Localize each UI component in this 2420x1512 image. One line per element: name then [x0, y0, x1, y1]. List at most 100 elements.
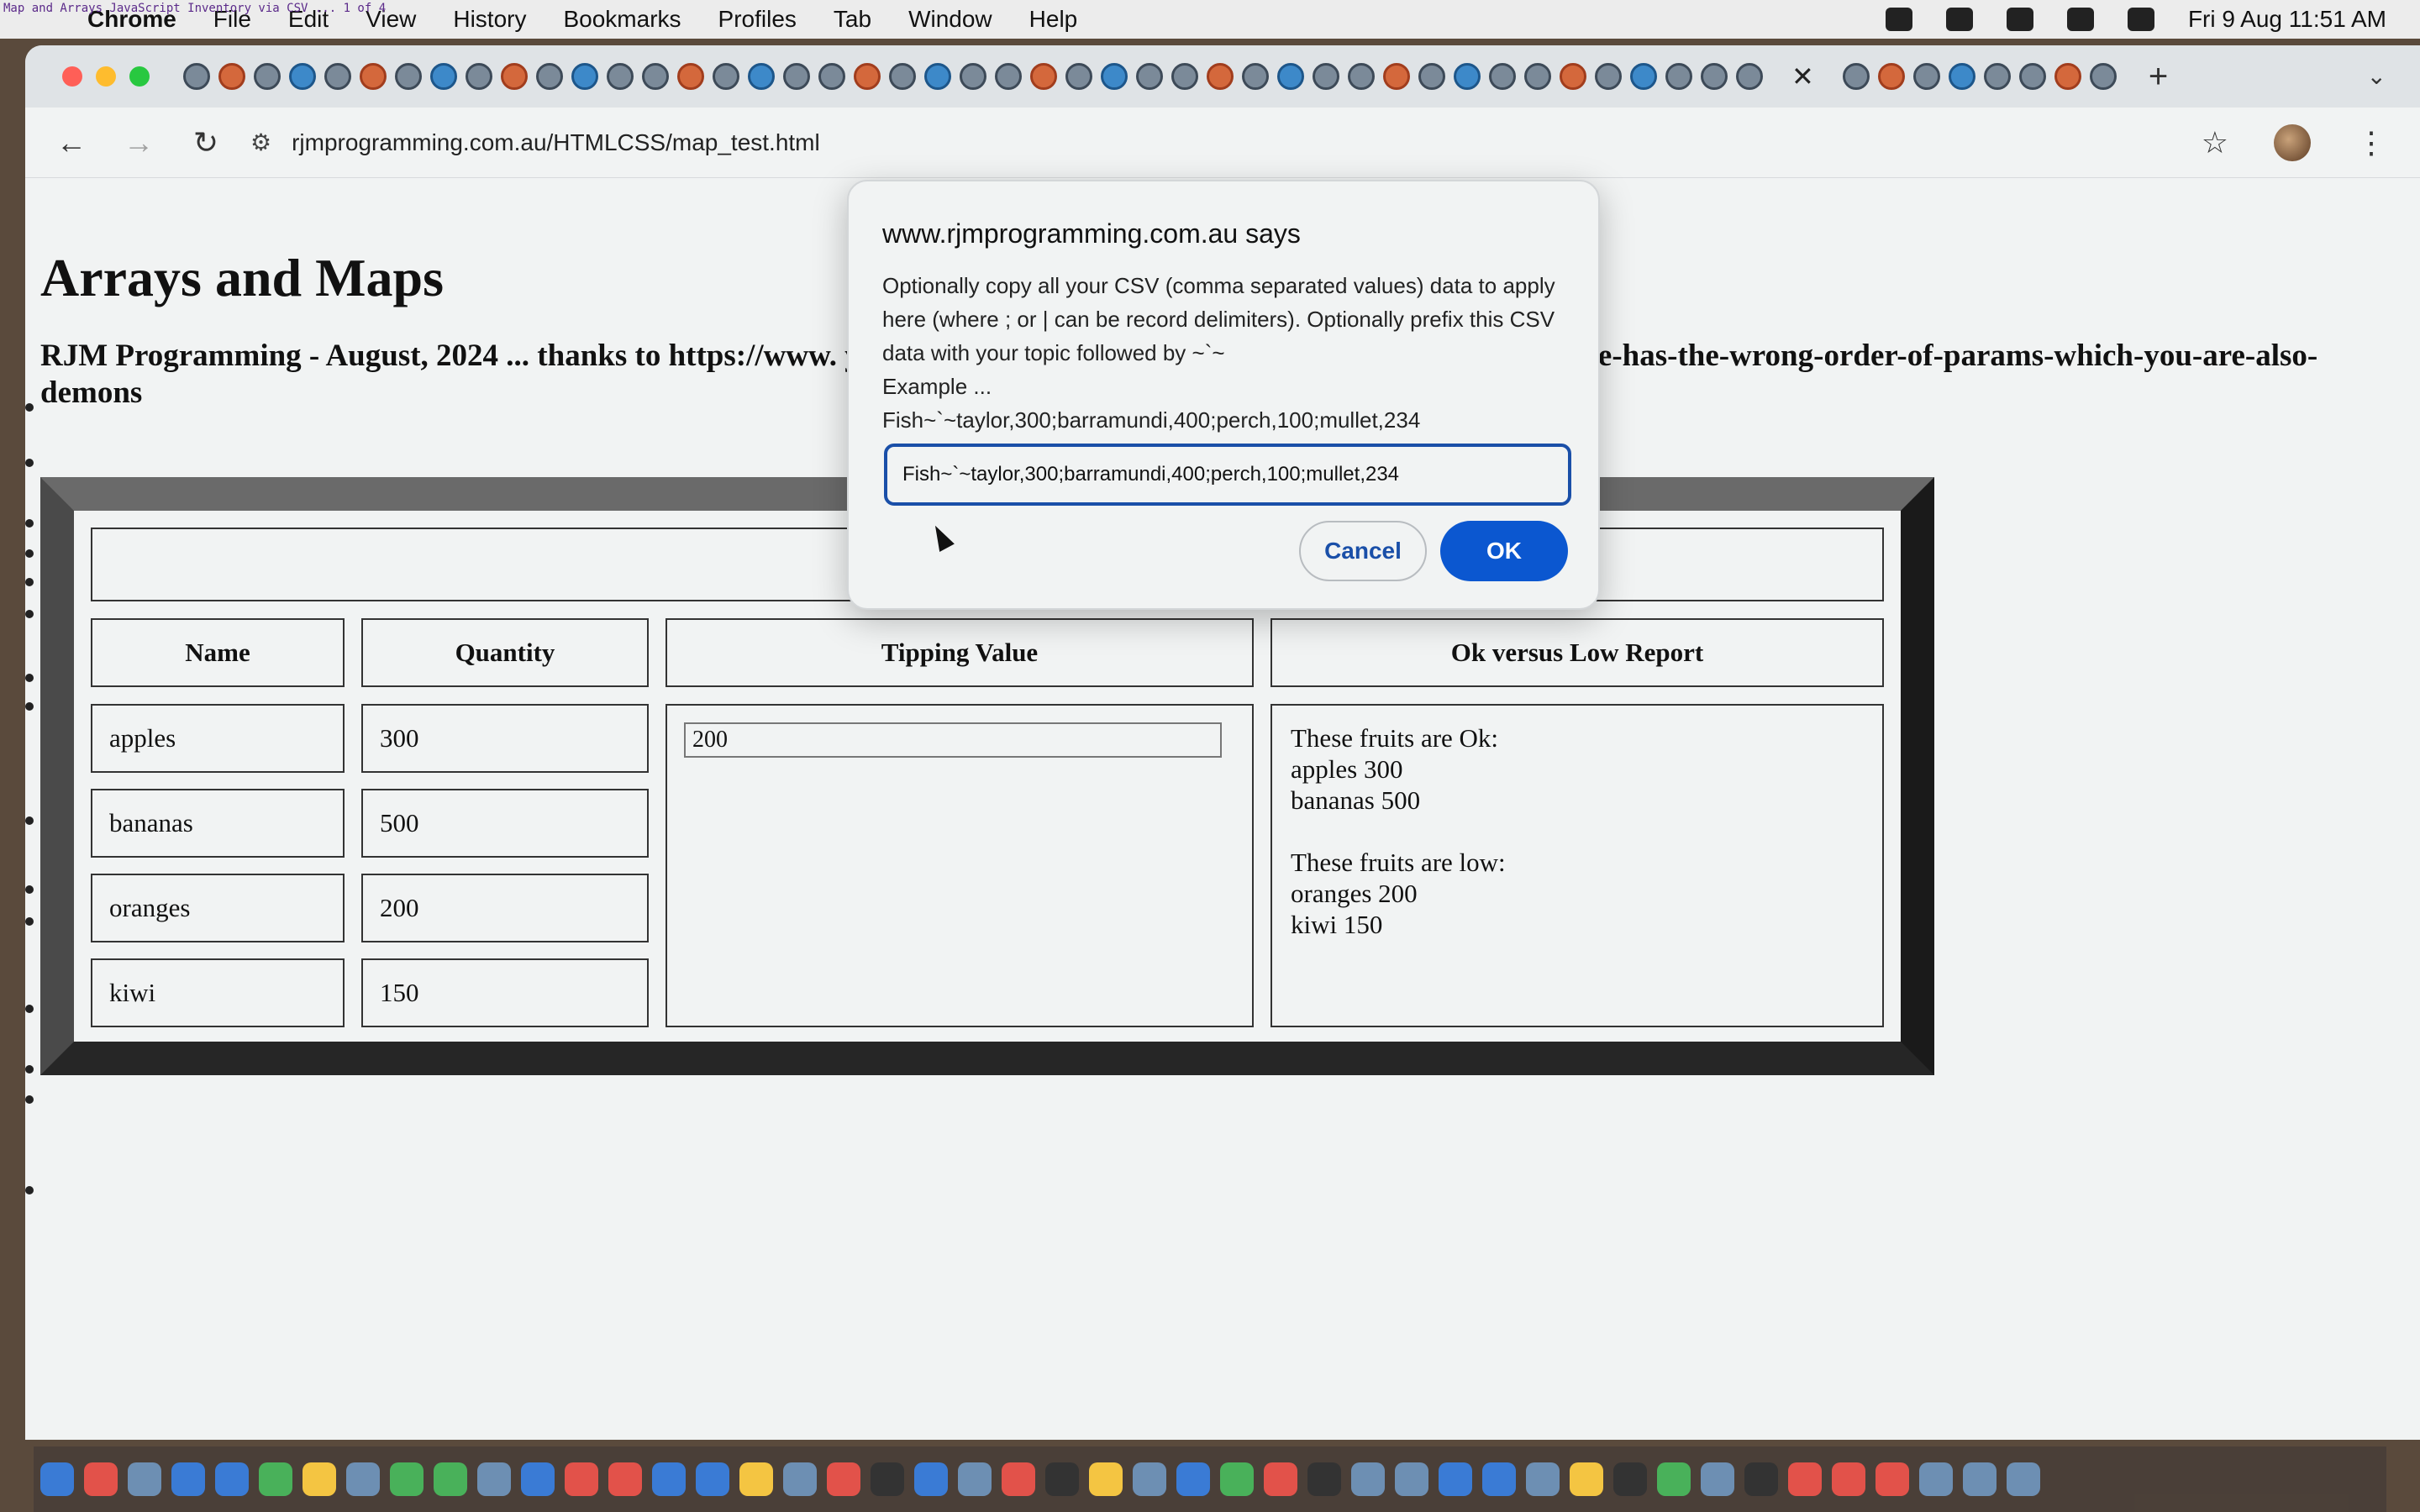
tab-favicon-icon[interactable]: [960, 63, 986, 90]
news-icon[interactable]: [608, 1462, 642, 1496]
utility-icon[interactable]: [783, 1462, 817, 1496]
spotlight-icon[interactable]: [1439, 1462, 1472, 1496]
tab-favicon-icon[interactable]: [677, 63, 704, 90]
acrobat-icon[interactable]: [1832, 1462, 1865, 1496]
archive-icon[interactable]: [1089, 1462, 1123, 1496]
tab-favicon-icon[interactable]: [1171, 63, 1198, 90]
numbers-icon[interactable]: [390, 1462, 424, 1496]
mail-icon[interactable]: [215, 1462, 249, 1496]
tab-favicon-icon[interactable]: [2018, 63, 2046, 90]
screen-record-icon[interactable]: [1885, 8, 1912, 31]
tab-favicon-icon[interactable]: [2089, 63, 2117, 90]
launchpad-icon[interactable]: [128, 1462, 161, 1496]
address-bar[interactable]: ⚙ rjmprogramming.com.au/HTMLCSS/map_test…: [250, 118, 2202, 168]
document-icon[interactable]: [1395, 1462, 1428, 1496]
inkscape-icon[interactable]: [1744, 1462, 1778, 1496]
downloads-stack-icon[interactable]: [1963, 1462, 1996, 1496]
control-center-icon[interactable]: [2127, 8, 2154, 31]
tab-favicon-icon[interactable]: [854, 63, 881, 90]
messages-icon[interactable]: [259, 1462, 292, 1496]
tab-favicon-icon[interactable]: [1136, 63, 1163, 90]
xcode-icon[interactable]: [696, 1462, 729, 1496]
kebab-menu-icon[interactable]: ⋮: [2356, 125, 2386, 160]
console-icon[interactable]: [1613, 1462, 1647, 1496]
tab-favicon-icon[interactable]: [1030, 63, 1057, 90]
menu-profiles[interactable]: Profiles: [718, 6, 797, 33]
spotlight-search-icon[interactable]: [2066, 8, 2094, 31]
tab-favicon-icon[interactable]: [748, 63, 775, 90]
textedit-icon[interactable]: [477, 1462, 511, 1496]
tipping-value-input[interactable]: [684, 722, 1222, 758]
tab-favicon-icon[interactable]: [1101, 63, 1128, 90]
tab-favicon-icon[interactable]: [1207, 63, 1234, 90]
menu-bookmarks[interactable]: Bookmarks: [563, 6, 681, 33]
tab-favicon-icon[interactable]: [1348, 63, 1375, 90]
tab-favicon-icon[interactable]: [395, 63, 422, 90]
tab-favicon-icon[interactable]: [1983, 63, 2011, 90]
opera-icon[interactable]: [1264, 1462, 1297, 1496]
calendar-icon[interactable]: [1133, 1462, 1166, 1496]
tab-favicon-icon[interactable]: [1065, 63, 1092, 90]
system-utility-icon[interactable]: [958, 1462, 992, 1496]
back-arrow-icon[interactable]: ←: [50, 125, 92, 160]
url-text[interactable]: rjmprogramming.com.au/HTMLCSS/map_test.h…: [292, 129, 820, 156]
firefox-nightly-icon[interactable]: [1876, 1462, 1909, 1496]
photos-icon[interactable]: [739, 1462, 773, 1496]
prompt-input[interactable]: [884, 444, 1571, 506]
tab-favicon-icon[interactable]: [2054, 63, 2081, 90]
battery-icon[interactable]: [1945, 8, 1973, 31]
menu-history[interactable]: History: [453, 6, 526, 33]
tab-favicon-icon[interactable]: [1313, 63, 1339, 90]
safari-icon[interactable]: [171, 1462, 205, 1496]
tab-favicon-icon[interactable]: [466, 63, 492, 90]
wifi-icon[interactable]: [2006, 8, 2033, 31]
calculator-icon[interactable]: [1351, 1462, 1385, 1496]
tab-favicon-icon[interactable]: [642, 63, 669, 90]
tab-favicon-icon[interactable]: [924, 63, 951, 90]
tab-favicon-icon[interactable]: [1524, 63, 1551, 90]
tab-favicon-icon[interactable]: [254, 63, 281, 90]
tab-favicon-icon[interactable]: [1383, 63, 1410, 90]
trash-icon[interactable]: [2007, 1462, 2040, 1496]
tab-favicon-icon[interactable]: [1454, 63, 1481, 90]
tab-favicon-icon[interactable]: [1242, 63, 1269, 90]
music-file-icon[interactable]: [1919, 1462, 1953, 1496]
chrome-icon[interactable]: [1220, 1462, 1254, 1496]
cancel-button[interactable]: Cancel: [1299, 521, 1427, 581]
minimize-window-icon[interactable]: [96, 66, 116, 87]
tab-favicon-icon[interactable]: [289, 63, 316, 90]
tab-favicon-icon[interactable]: [430, 63, 457, 90]
system-settings-icon[interactable]: [1526, 1462, 1560, 1496]
elephant-icon[interactable]: [1701, 1462, 1734, 1496]
intellij-icon[interactable]: [1482, 1462, 1516, 1496]
tab-favicon-icon[interactable]: [1277, 63, 1304, 90]
tab-favicon-icon[interactable]: [360, 63, 387, 90]
visual-studio-code-icon[interactable]: [914, 1462, 948, 1496]
notes-icon[interactable]: [302, 1462, 336, 1496]
tab-favicon-icon[interactable]: [1736, 63, 1763, 90]
tab-favicon-icon[interactable]: [995, 63, 1022, 90]
menu-help[interactable]: Help: [1029, 6, 1078, 33]
tab-favicon-icon[interactable]: [571, 63, 598, 90]
tab-favicon-icon[interactable]: [1595, 63, 1622, 90]
apple-tv-icon[interactable]: [871, 1462, 904, 1496]
tab-favicon-icon[interactable]: [183, 63, 210, 90]
tab-favicon-icon[interactable]: [1489, 63, 1516, 90]
tab-favicon-icon[interactable]: [1701, 63, 1728, 90]
profile-avatar[interactable]: [2274, 123, 2311, 161]
tab-favicon-icon[interactable]: [1560, 63, 1586, 90]
bbedit-icon[interactable]: [1176, 1462, 1210, 1496]
tab-favicon-icon[interactable]: [1912, 63, 1940, 90]
zoom-icon[interactable]: [652, 1462, 686, 1496]
new-tab-icon[interactable]: +: [2149, 58, 2168, 96]
reload-icon[interactable]: ↻: [185, 125, 227, 160]
maximize-window-icon[interactable]: [129, 66, 150, 87]
preview-icon[interactable]: [346, 1462, 380, 1496]
menu-tab[interactable]: Tab: [834, 6, 871, 33]
tab-favicon-icon[interactable]: [324, 63, 351, 90]
ok-button[interactable]: OK: [1440, 521, 1568, 581]
tab-favicon-icon[interactable]: [1877, 63, 1905, 90]
dictionary-icon[interactable]: [1788, 1462, 1822, 1496]
terminal-app-icon[interactable]: [1045, 1462, 1079, 1496]
tab-favicon-icon[interactable]: [889, 63, 916, 90]
